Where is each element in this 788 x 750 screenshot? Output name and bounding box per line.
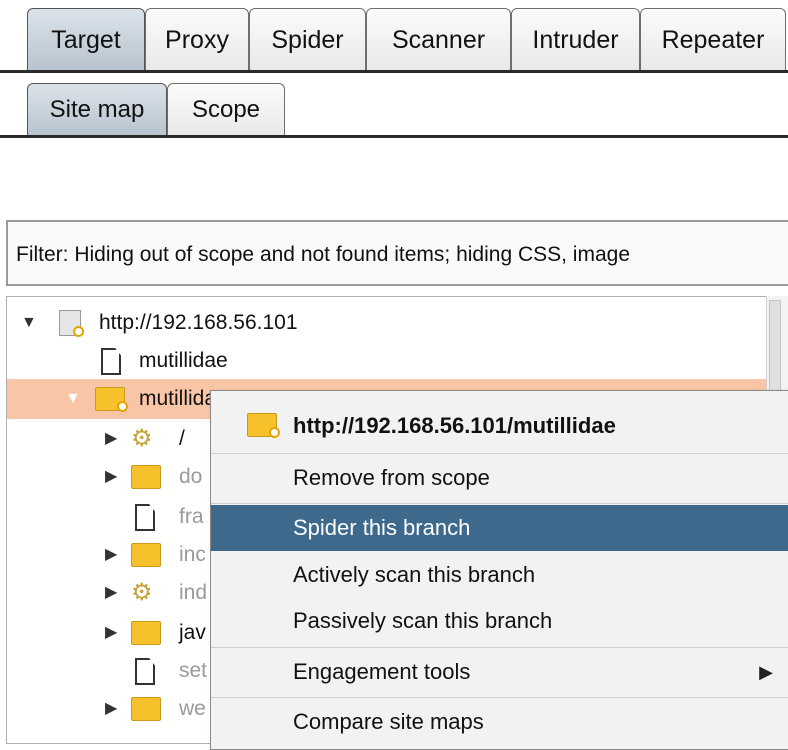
- expand-arrow-icon[interactable]: ▶: [105, 457, 117, 497]
- menu-item-remove-from-scope[interactable]: Remove from scope: [211, 455, 788, 501]
- filter-bar[interactable]: Filter: Hiding out of scope and not foun…: [6, 220, 788, 286]
- folder-icon: [131, 465, 161, 489]
- tree-node-label: we: [179, 697, 206, 720]
- expand-arrow-icon[interactable]: ▶: [105, 535, 117, 575]
- menu-separator: [211, 503, 788, 504]
- scrollbar-thumb[interactable]: [769, 300, 781, 402]
- filter-text: Filter: Hiding out of scope and not foun…: [16, 243, 631, 266]
- tree-node-label: ind: [179, 581, 208, 604]
- menu-item-label: Engagement tools: [293, 659, 471, 684]
- menu-item-label: Compare site maps: [293, 709, 484, 734]
- tab-scanner[interactable]: Scanner: [366, 8, 511, 70]
- tree-node-label: mutillidae: [139, 349, 228, 372]
- tab-spider-label: Spider: [271, 26, 344, 54]
- menu-item-actively-scan[interactable]: Actively scan this branch: [211, 552, 788, 598]
- context-menu-header-label: http://192.168.56.101/mutillidae: [293, 413, 616, 438]
- expand-arrow-icon[interactable]: ▶: [105, 419, 117, 459]
- sub-tab-bar: Site map Scope: [0, 75, 788, 145]
- expand-arrow-icon[interactable]: ▶: [105, 613, 117, 653]
- menu-item-label: Remove from scope: [293, 465, 490, 490]
- main-tab-bar: Target Proxy Spider Scanner Intruder Rep…: [0, 0, 788, 75]
- submenu-arrow-icon: ▶: [759, 662, 773, 682]
- tree-node-label: do: [179, 465, 203, 488]
- context-menu-header: http://192.168.56.101/mutillidae: [211, 403, 788, 449]
- folder-icon: [131, 543, 161, 567]
- tab-site-map[interactable]: Site map: [27, 83, 167, 135]
- gear-icon: ⚙: [131, 425, 153, 452]
- subtab-divider: [0, 135, 788, 138]
- tab-repeater-label: Repeater: [661, 26, 765, 54]
- expand-arrow-icon[interactable]: ▼: [21, 303, 37, 343]
- tab-spider[interactable]: Spider: [249, 8, 366, 70]
- tab-proxy-label: Proxy: [165, 26, 229, 54]
- tab-repeater[interactable]: Repeater: [640, 8, 786, 70]
- page-icon: [135, 504, 155, 531]
- page-icon: [101, 348, 121, 375]
- menu-item-compare-site-maps[interactable]: Compare site maps: [211, 699, 788, 745]
- tab-target-label: Target: [51, 26, 121, 54]
- folder-icon: [131, 697, 161, 721]
- context-menu: http://192.168.56.101/mutillidae Remove …: [210, 390, 788, 750]
- menu-separator: [211, 697, 788, 698]
- menu-item-spider-this-branch[interactable]: Spider this branch: [211, 505, 788, 551]
- menu-item-label: Passively scan this branch: [293, 608, 553, 633]
- expand-arrow-icon[interactable]: ▶: [105, 573, 117, 613]
- tab-intruder[interactable]: Intruder: [511, 8, 640, 70]
- tab-proxy[interactable]: Proxy: [145, 8, 249, 70]
- tab-scanner-label: Scanner: [391, 26, 486, 54]
- expand-arrow-icon[interactable]: ▶: [105, 689, 117, 729]
- gear-icon: ⚙: [131, 579, 153, 606]
- tree-node-root[interactable]: ▼ http://192.168.56.101: [7, 303, 767, 343]
- tree-node-label: inc: [179, 543, 206, 566]
- tab-target[interactable]: Target: [27, 8, 145, 70]
- tab-divider: [0, 70, 788, 73]
- tree-node[interactable]: mutillidae: [7, 341, 767, 381]
- menu-item-passively-scan[interactable]: Passively scan this branch: [211, 598, 788, 644]
- tab-intruder-label: Intruder: [532, 26, 619, 54]
- folder-icon: [131, 621, 161, 645]
- tab-scope-label: Scope: [191, 96, 261, 123]
- tree-node-label: set: [179, 659, 208, 682]
- tree-node-label: jav: [179, 621, 206, 644]
- tree-node-label: fra: [179, 505, 204, 528]
- menu-separator: [211, 647, 788, 648]
- page-icon: [135, 658, 155, 685]
- expand-arrow-icon[interactable]: ▼: [65, 379, 81, 419]
- menu-item-label: Spider this branch: [293, 515, 471, 540]
- menu-separator: [211, 453, 788, 454]
- menu-item-engagement-tools[interactable]: Engagement tools ▶: [211, 649, 788, 695]
- menu-item-label: Actively scan this branch: [293, 562, 536, 587]
- tab-site-map-label: Site map: [49, 96, 145, 123]
- tree-node-label: /: [179, 427, 185, 450]
- tab-scope[interactable]: Scope: [167, 83, 285, 135]
- tree-node-label: http://192.168.56.101: [99, 311, 298, 334]
